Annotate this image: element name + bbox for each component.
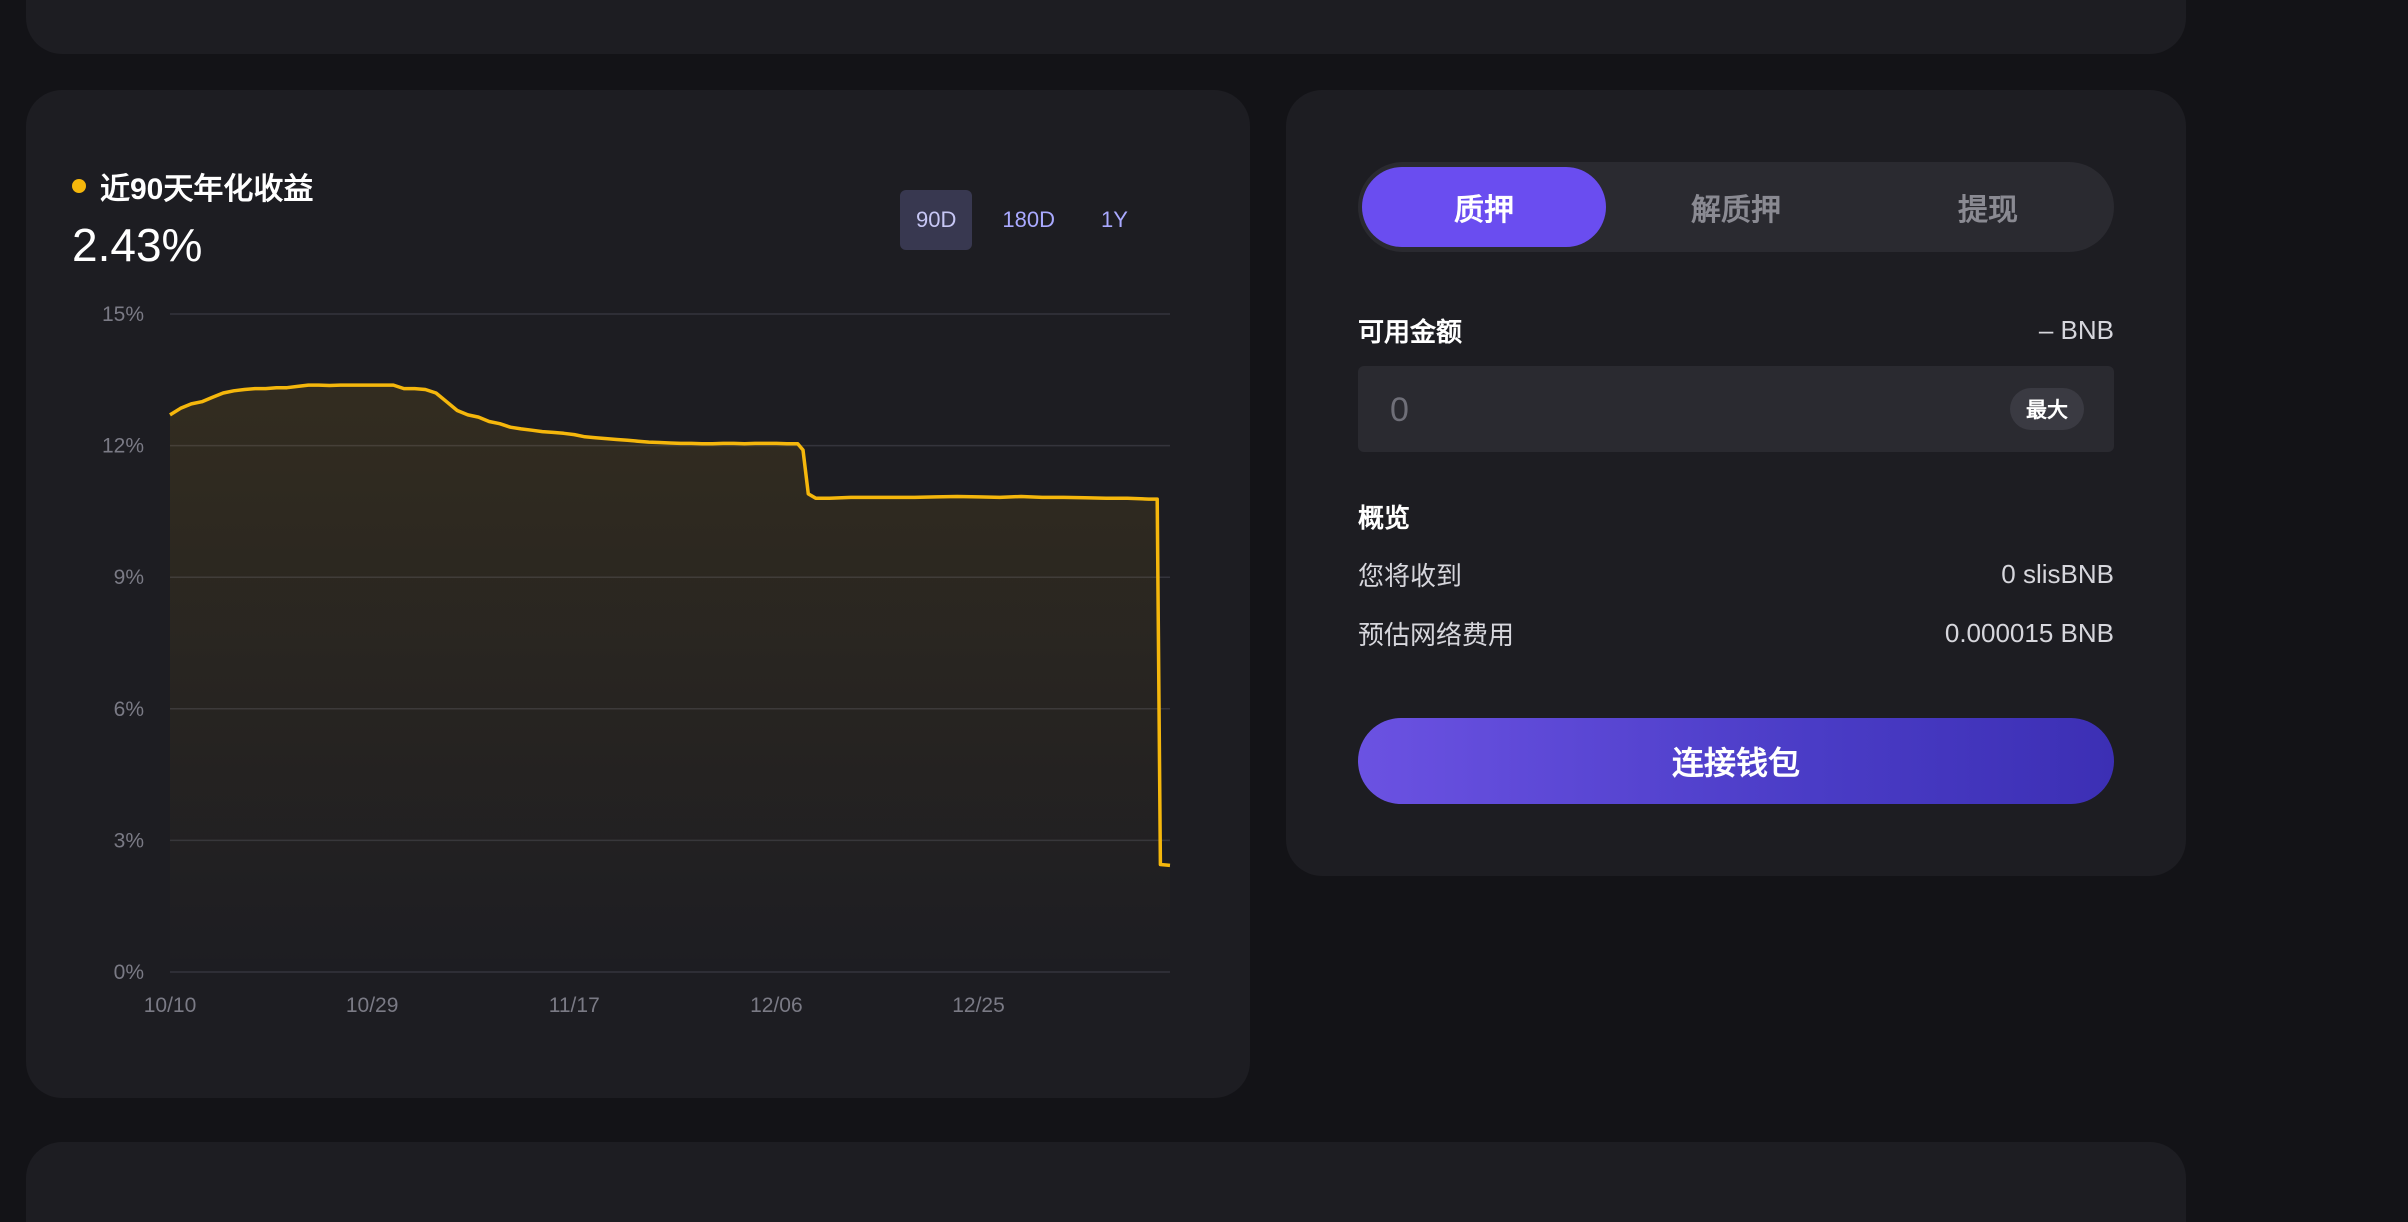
chart-y-axis: 0% 3% 6% 9% 12% 15%: [102, 303, 144, 984]
range-button-90d[interactable]: 90D: [900, 190, 973, 250]
overview-title-row: 概览: [1358, 498, 2114, 535]
y-tick-label: 0%: [114, 961, 144, 984]
tab-withdraw[interactable]: 提现: [1866, 167, 2110, 247]
top-card: [26, 0, 2186, 54]
max-button[interactable]: 最大: [2010, 388, 2084, 430]
bottom-card: [26, 1142, 2186, 1222]
apy-value: 2.43%: [72, 219, 203, 271]
overview-title: 概览: [1358, 503, 1411, 533]
range-button-1y[interactable]: 1Y: [1085, 190, 1144, 250]
range-button-180d[interactable]: 180D: [986, 190, 1071, 250]
fee-value: 0.000015 BNB: [1944, 618, 2114, 648]
stake-card: 质押 解质押 提现 可用金额 – BNB 最大 概览 您将收到 0 slisBN…: [1286, 90, 2186, 876]
legend-dot-icon: [72, 179, 86, 193]
y-tick-label: 6%: [114, 698, 144, 721]
tab-stake[interactable]: 质押: [1362, 167, 1606, 247]
fee-label: 预估网络费用: [1358, 620, 1515, 650]
available-row: 可用金额 – BNB: [1358, 312, 2114, 349]
x-tick-label: 10/29: [346, 994, 399, 1017]
range-selector: 90D 180D 1Y: [900, 190, 1158, 250]
apy-label-row: 近90天年化收益: [72, 164, 313, 208]
receive-label: 您将收到: [1358, 561, 1463, 591]
apy-chart: 0% 3% 6% 9% 12% 15% 10/10 10/29 11/17 12/06 12/25: [102, 303, 1171, 1017]
y-tick-label: 12%: [102, 435, 144, 458]
x-tick-label: 11/17: [549, 994, 600, 1017]
x-tick-label: 10/10: [144, 994, 197, 1017]
y-tick-label: 15%: [102, 303, 144, 326]
y-tick-label: 3%: [114, 829, 144, 852]
apy-label: 近90天年化收益: [100, 173, 314, 206]
connect-wallet-button[interactable]: 连接钱包: [1358, 718, 2114, 804]
x-tick-label: 12/25: [952, 994, 1005, 1017]
chart-area-fill: [170, 385, 1170, 973]
fee-row: 预估网络费用 0.000015 BNB: [1358, 615, 2114, 652]
stake-tabs: 质押 解质押 提现: [1358, 162, 2114, 252]
amount-input[interactable]: [1388, 366, 1952, 454]
chart-x-axis: 10/10 10/29 11/17 12/06 12/25: [144, 994, 1005, 1017]
tab-unstake[interactable]: 解质押: [1614, 167, 1858, 247]
receive-value: 0 slisBNB: [2001, 559, 2114, 589]
available-value: – BNB: [2038, 315, 2114, 345]
amount-field: 最大: [1358, 366, 2114, 454]
available-label: 可用金额: [1358, 317, 1463, 347]
y-tick-label: 9%: [114, 566, 144, 589]
receive-row: 您将收到 0 slisBNB: [1358, 556, 2114, 593]
x-tick-label: 12/06: [750, 994, 803, 1017]
